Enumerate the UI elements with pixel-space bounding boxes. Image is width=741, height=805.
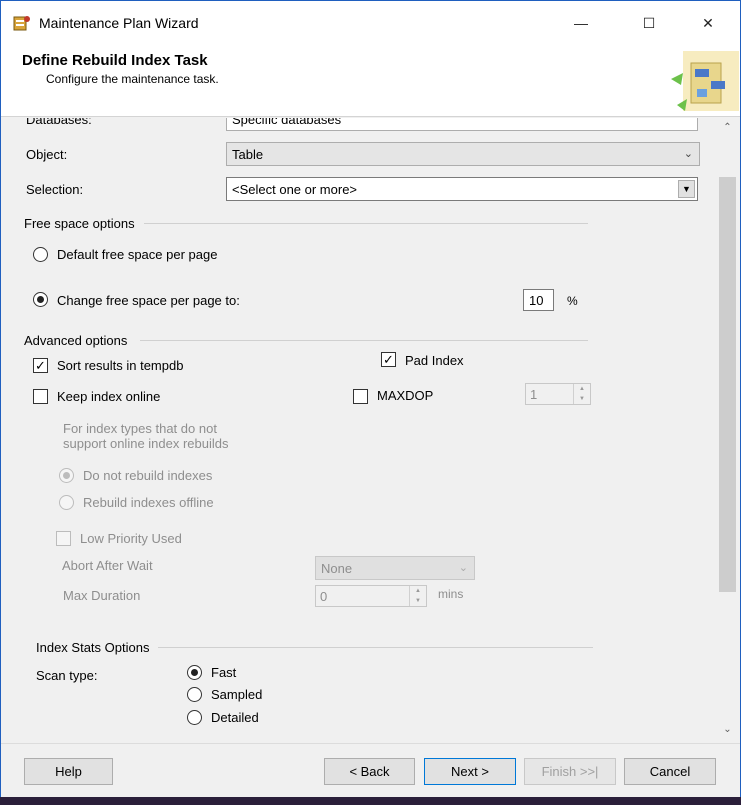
abort-after-wait-combo[interactable]: None ⌄ xyxy=(315,556,475,580)
maximize-button[interactable]: ☐ xyxy=(626,1,672,45)
sort-tempdb-label: Sort results in tempdb xyxy=(57,358,184,373)
spin-up-icon[interactable]: ▲ xyxy=(410,586,426,596)
scrollbar-thumb[interactable] xyxy=(719,177,736,592)
scan-type-fast-label: Fast xyxy=(211,665,237,680)
maxdop-value: 1 xyxy=(530,387,538,402)
cancel-button[interactable]: Cancel xyxy=(624,758,716,785)
scroll-down-icon[interactable]: ⌄ xyxy=(717,724,738,741)
wizard-header: Define Rebuild Index Task Configure the … xyxy=(1,45,740,117)
chevron-down-icon: ⌄ xyxy=(458,562,468,574)
change-free-space-label: Change free space per page to: xyxy=(57,293,240,308)
finish-button[interactable]: Finish >>| xyxy=(524,758,616,785)
maxdop-stepper[interactable]: 1 ▲ ▼ xyxy=(525,383,591,405)
scan-type-fast-radio[interactable] xyxy=(187,665,202,680)
task-options-panel[interactable]: Databases: Specific databases Object: Ta… xyxy=(1,118,740,743)
spin-up-icon[interactable]: ▲ xyxy=(574,384,590,394)
max-duration-unit: mins xyxy=(438,587,464,601)
free-space-group-label: Free space options xyxy=(24,216,135,231)
maintenance-plan-wizard-window: Maintenance Plan Wizard — ☐ ✕ Define Reb… xyxy=(0,0,741,797)
close-button[interactable]: ✕ xyxy=(685,1,731,45)
scan-type-label: Scan type: xyxy=(36,668,98,683)
change-free-space-radio[interactable] xyxy=(33,292,48,307)
databases-combo[interactable]: Specific databases xyxy=(226,118,698,131)
wizard-graphic-icon xyxy=(671,51,739,111)
databases-label: Databases: xyxy=(26,118,92,127)
app-icon xyxy=(13,16,30,31)
max-duration-stepper[interactable]: 0 ▲ ▼ xyxy=(315,585,427,607)
scan-type-sampled-radio[interactable] xyxy=(187,687,202,702)
databases-value: Specific databases xyxy=(232,118,342,127)
wizard-footer: Help < Back Next > Finish >>| Cancel xyxy=(1,743,740,797)
scan-type-detailed-radio[interactable] xyxy=(187,710,202,725)
chevron-down-icon: ⌄ xyxy=(683,148,693,160)
pad-index-label: Pad Index xyxy=(405,353,464,368)
advanced-options-group-label: Advanced options xyxy=(24,333,128,348)
percent-unit-label: % xyxy=(567,294,578,308)
max-duration-value: 0 xyxy=(320,589,328,604)
pad-index-checkbox[interactable]: ✓ xyxy=(381,352,396,367)
dropdown-arrow-icon[interactable]: ▼ xyxy=(678,180,695,198)
free-space-percent-input[interactable]: 10 xyxy=(523,289,554,311)
default-free-space-radio[interactable] xyxy=(33,247,48,262)
window-title: Maintenance Plan Wizard xyxy=(39,15,199,31)
scan-type-sampled-label: Sampled xyxy=(211,687,263,702)
selection-label: Selection: xyxy=(26,182,84,197)
group-divider xyxy=(140,340,588,341)
max-duration-label: Max Duration xyxy=(63,588,141,603)
index-stats-group-label: Index Stats Options xyxy=(36,640,150,655)
object-label: Object: xyxy=(26,147,68,162)
sort-tempdb-checkbox[interactable]: ✓ xyxy=(33,358,48,373)
back-button[interactable]: < Back xyxy=(324,758,415,785)
rebuild-offline-label: Rebuild indexes offline xyxy=(83,495,214,510)
scroll-up-icon[interactable]: ⌃ xyxy=(717,122,738,139)
title-bar: Maintenance Plan Wizard — ☐ ✕ xyxy=(1,1,740,45)
spin-down-icon[interactable]: ▼ xyxy=(574,394,590,404)
object-combo[interactable]: Table ⌄ xyxy=(226,142,700,166)
selection-value: <Select one or more> xyxy=(232,182,358,197)
minimize-button[interactable]: — xyxy=(558,1,604,45)
default-free-space-label: Default free space per page xyxy=(57,247,218,262)
group-divider xyxy=(144,223,588,224)
rebuild-offline-radio[interactable] xyxy=(59,495,74,510)
spin-down-icon[interactable]: ▼ xyxy=(410,596,426,606)
help-button[interactable]: Help xyxy=(24,758,113,785)
next-button[interactable]: Next > xyxy=(424,758,516,785)
maxdop-checkbox[interactable] xyxy=(353,389,368,404)
scan-type-detailed-label: Detailed xyxy=(211,710,259,725)
maxdop-label: MAXDOP xyxy=(377,388,434,403)
page-title: Define Rebuild Index Task xyxy=(22,52,208,69)
keep-index-online-checkbox[interactable] xyxy=(33,389,48,404)
low-priority-checkbox[interactable] xyxy=(56,531,71,546)
page-subtitle: Configure the maintenance task. xyxy=(46,72,219,86)
low-priority-label: Low Priority Used xyxy=(80,531,182,546)
abort-after-wait-label: Abort After Wait xyxy=(62,558,153,573)
group-divider xyxy=(158,647,593,648)
online-rebuild-note: For index types that do not support onli… xyxy=(63,421,229,451)
keep-index-online-label: Keep index online xyxy=(57,389,161,404)
abort-after-wait-value: None xyxy=(321,561,353,576)
do-not-rebuild-label: Do not rebuild indexes xyxy=(83,468,213,483)
object-value: Table xyxy=(232,147,264,162)
vertical-scrollbar[interactable]: ⌃ ⌄ xyxy=(717,118,738,743)
selection-combo[interactable]: <Select one or more> ▼ xyxy=(226,177,698,201)
do-not-rebuild-radio[interactable] xyxy=(59,468,74,483)
